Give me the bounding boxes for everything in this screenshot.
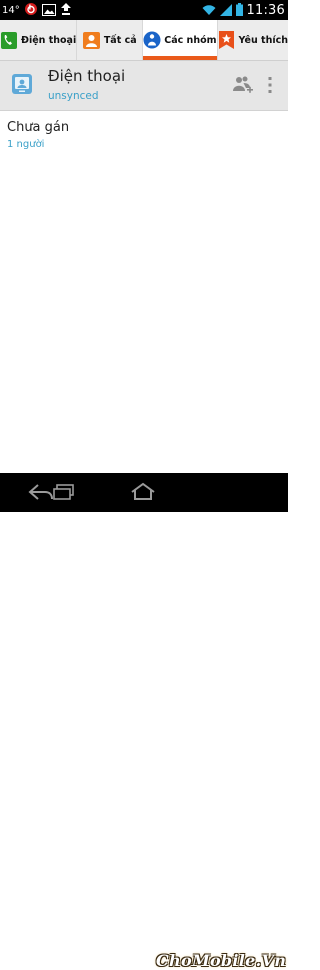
signal-icon (219, 1, 232, 20)
phone-icon (0, 31, 18, 49)
home-icon[interactable] (130, 482, 156, 504)
beats-audio-icon (24, 1, 38, 20)
tab-all-contacts-label: Tất cả (103, 34, 137, 46)
phone-storage-icon (11, 73, 33, 95)
tab-bar: Điện thoại Tất cả Các nhóm Yêu thích (0, 20, 288, 61)
add-member-icon[interactable] (232, 74, 254, 96)
tab-favorites[interactable]: Yêu thích (217, 20, 288, 60)
account-title: Điện thoại (48, 67, 126, 85)
groups-icon (143, 31, 161, 49)
image-notification-icon (41, 1, 56, 20)
tab-phone-label: Điện thoại (21, 34, 77, 46)
clock: 11:36 (246, 2, 285, 18)
group-name: Chưa gán (7, 120, 70, 135)
account-subtitle: unsynced (48, 90, 99, 102)
tab-all-contacts[interactable]: Tất cả (77, 20, 144, 60)
tab-favorites-label: Yêu thích (238, 34, 288, 46)
back-icon[interactable] (28, 483, 54, 505)
recent-apps-icon[interactable] (53, 484, 75, 504)
upload-notification-icon (60, 1, 72, 20)
tab-groups[interactable]: Các nhóm (143, 20, 218, 60)
watermark-logo: ChoMobile.Vn (156, 951, 287, 970)
temperature: 14° (2, 4, 20, 16)
account-header: Điện thoại unsynced (0, 61, 288, 111)
battery-icon (235, 1, 243, 20)
status-bar: 14° 11:36 (0, 0, 288, 20)
group-member-count: 1 người (7, 139, 45, 150)
overflow-menu-icon[interactable] (265, 74, 275, 96)
navigation-bar: ChoMobile.Vn (0, 473, 288, 970)
status-left: 14° (2, 0, 72, 20)
star-bookmark-icon (218, 31, 236, 49)
tab-phone[interactable]: Điện thoại (0, 20, 78, 60)
wifi-icon (202, 1, 216, 20)
status-right: 11:36 (202, 0, 285, 20)
tab-groups-label: Các nhóm (164, 34, 217, 46)
list-item-group[interactable]: Chưa gán 1 người (0, 115, 288, 157)
contact-card-icon (83, 31, 101, 49)
